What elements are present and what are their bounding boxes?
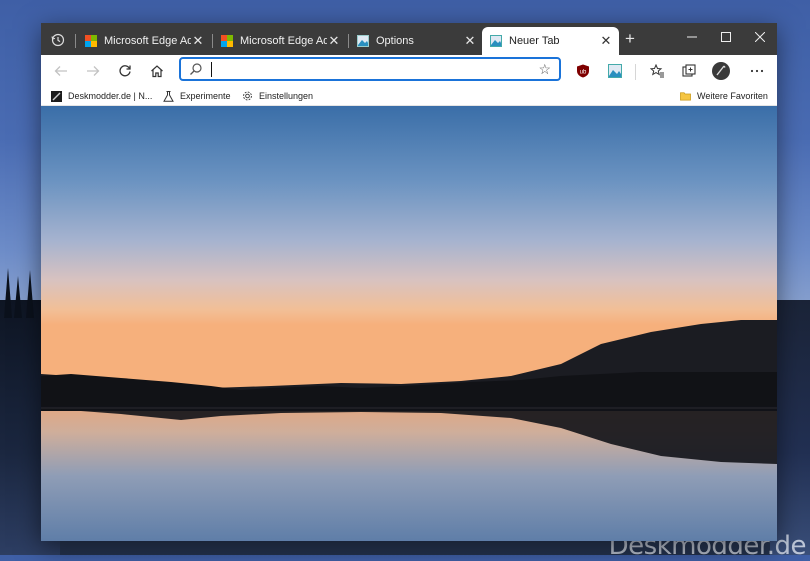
landscape-lake-sunset-image [41,106,777,541]
other-favorites-label: Weitere Favoriten [697,91,768,101]
toolbar-separator [635,64,636,80]
favorite-label: Experimente [180,91,231,101]
favorite-label: Einstellungen [259,91,314,101]
other-favorites-folder[interactable]: Weitere Favoriten [680,88,768,104]
tab-actions-history-icon[interactable] [49,31,67,49]
tab-label: Microsoft Edge Addons [240,35,327,47]
desktop-tree [26,270,34,318]
new-tab-plus-icon[interactable]: + [621,29,639,49]
image-extension-icon[interactable] [605,61,625,81]
tab-edge-addons-2[interactable]: Microsoft Edge Addons ✕ [213,27,347,55]
more-options-ellipsis-icon[interactable] [747,61,767,81]
gear-icon [242,91,253,102]
microsoft-logo-icon [221,35,233,47]
folder-icon [680,91,691,102]
tab-options[interactable]: Options ✕ [349,27,483,55]
address-bar[interactable]: ☆ [179,57,561,81]
tab-edge-addons-1[interactable]: Microsoft Edge Addons ✕ [77,27,211,55]
favorites-bar: Deskmodder.de | N... Experimente Einstel… [41,87,777,106]
favorite-label: Deskmodder.de | N... [68,91,153,101]
add-favorite-star-icon[interactable]: ☆ [538,61,551,78]
toolbar: ☆ ub [41,55,777,87]
close-tab-icon[interactable]: ✕ [599,33,613,49]
tab-label: Options [376,35,414,47]
maximize-icon[interactable] [709,23,743,51]
profile-avatar-icon[interactable] [711,61,731,81]
minimize-icon[interactable] [675,23,709,51]
browser-window: Microsoft Edge Addons ✕ Microsoft Edge A… [41,23,777,541]
refresh-icon[interactable] [115,61,135,81]
desktop-tree [4,268,12,318]
image-icon [357,35,369,47]
microsoft-logo-icon [85,35,97,47]
close-tab-icon[interactable]: ✕ [191,33,205,49]
close-tab-icon[interactable]: ✕ [463,33,477,49]
image-icon [490,35,502,47]
tab-neuer-tab[interactable]: Neuer Tab ✕ [482,27,619,55]
forward-arrow-icon[interactable] [83,61,103,81]
home-icon[interactable] [147,61,167,81]
favorite-deskmodder[interactable]: Deskmodder.de | N... [51,88,152,104]
back-arrow-icon[interactable] [51,61,71,81]
svg-text:ub: ub [580,70,587,76]
tab-bar: Microsoft Edge Addons ✕ Microsoft Edge A… [41,23,777,55]
tab-label: Neuer Tab [509,35,560,47]
close-window-icon[interactable] [743,23,777,51]
ublock-origin-extension-icon[interactable]: ub [573,61,593,81]
flask-icon [163,90,174,102]
favorites-star-icon[interactable] [647,61,667,81]
new-tab-background-image [41,106,777,541]
tab-label: Microsoft Edge Addons [104,35,191,47]
favorite-experimente[interactable]: Experimente [163,88,231,104]
desktop-tree [14,276,22,318]
search-icon [189,62,203,76]
address-input[interactable] [211,61,535,79]
collections-icon[interactable] [679,61,699,81]
tab-separator [75,34,76,48]
favorite-einstellungen[interactable]: Einstellungen [242,88,313,104]
site-favicon-icon [51,90,62,102]
close-tab-icon[interactable]: ✕ [327,33,341,49]
